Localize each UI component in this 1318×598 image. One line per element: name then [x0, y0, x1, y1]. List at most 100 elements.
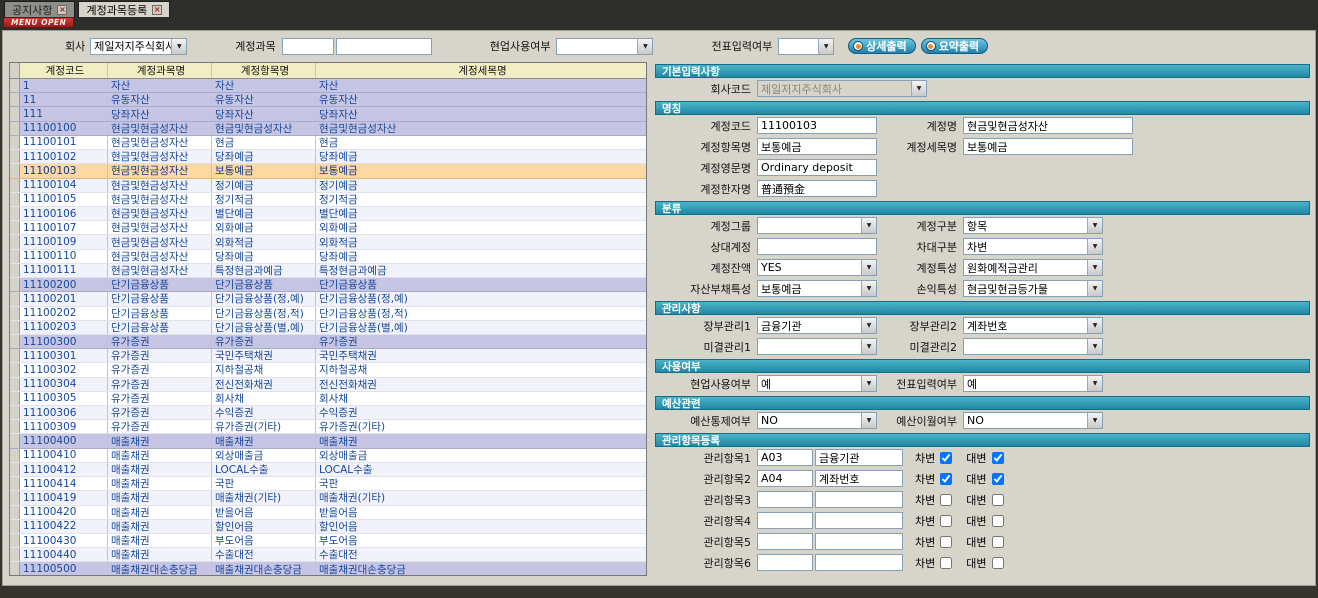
open-mgmt2-select[interactable]: ▼ — [963, 338, 1103, 355]
table-row[interactable]: 11100500매출채권대손충당금매출채권대손충당금매출채권대손충당금 — [10, 562, 646, 576]
debit-credit-gubun-select[interactable]: 차변 ▼ — [963, 238, 1103, 255]
table-row[interactable]: 11100302유가증권지하철공채지하철공채 — [10, 363, 646, 377]
cell-account-name: 매출채권 — [108, 449, 212, 462]
menu-open-button[interactable]: MENU OPEN — [3, 17, 74, 28]
counter-account-field[interactable] — [757, 238, 877, 255]
detail-print-button[interactable]: 상세출력 — [848, 38, 915, 54]
credit-checkbox[interactable] — [992, 473, 1004, 485]
table-row[interactable]: 11100111현금및현금성자산특정현금과예금특정현금과예금 — [10, 264, 646, 278]
credit-checkbox[interactable] — [992, 557, 1004, 569]
company-select[interactable]: 제일저지주식회사 ▼ — [90, 38, 187, 55]
table-row[interactable]: 11100104현금및현금성자산정기예금정기예금 — [10, 179, 646, 193]
mgmt-item-code-field[interactable] — [757, 554, 813, 571]
mgmt-item-name-field[interactable]: 계좌번호 — [815, 470, 903, 487]
table-row[interactable]: 11100105현금및현금성자산정기적금정기적금 — [10, 193, 646, 207]
table-row[interactable]: 111당좌자산당좌자산당좌자산 — [10, 107, 646, 121]
detail-name-field[interactable]: 보통예금 — [963, 138, 1133, 155]
credit-checkbox[interactable] — [992, 452, 1004, 464]
debit-checkbox[interactable] — [940, 557, 952, 569]
table-row[interactable]: 11100200단기금융상품단기금융상품단기금융상품 — [10, 278, 646, 292]
budget-control-select[interactable]: NO ▼ — [757, 412, 877, 429]
table-row[interactable]: 11100102현금및현금성자산당좌예금당좌예금 — [10, 150, 646, 164]
slip-use-panel-select[interactable]: 예 ▼ — [963, 375, 1103, 392]
table-row[interactable]: 11100300유가증권유가증권유가증권 — [10, 335, 646, 349]
close-icon[interactable]: × — [152, 5, 162, 15]
mgmt-item-code-field[interactable] — [757, 491, 813, 508]
mgmt-item-name-field[interactable] — [815, 554, 903, 571]
mgmt-item-code-field[interactable]: A04 — [757, 470, 813, 487]
credit-checkbox[interactable] — [992, 515, 1004, 527]
table-row[interactable]: 11100414매출채권국판국판 — [10, 477, 646, 491]
field-use-select[interactable]: ▼ — [556, 38, 653, 55]
table-row[interactable]: 11100419매출채권매출채권(기타)매출채권(기타) — [10, 491, 646, 505]
hanja-name-field[interactable]: 普通預金 — [757, 180, 877, 197]
item-name-field[interactable]: 보통예금 — [757, 138, 877, 155]
debit-checkbox[interactable] — [940, 494, 952, 506]
budget-carry-select[interactable]: NO ▼ — [963, 412, 1103, 429]
table-row[interactable]: 11100110현금및현금성자산당좌예금당좌예금 — [10, 250, 646, 264]
mgmt-item-name-field[interactable]: 금융기관 — [815, 449, 903, 466]
mgmt-item-name-field[interactable] — [815, 533, 903, 550]
book-mgmt1-select[interactable]: 금융기관 ▼ — [757, 317, 877, 334]
account-code-field[interactable]: 11100103 — [757, 117, 877, 134]
account-name-input[interactable] — [336, 38, 432, 55]
table-row[interactable]: 11100410매출채권외상매출금외상매출금 — [10, 449, 646, 463]
account-name-field[interactable]: 현금및현금성자산 — [963, 117, 1133, 134]
table-row[interactable]: 11100100현금및현금성자산현금및현금성자산현금및현금성자산 — [10, 122, 646, 136]
debit-checkbox[interactable] — [940, 536, 952, 548]
debit-checkbox[interactable] — [940, 452, 952, 464]
open-mgmt1-select[interactable]: ▼ — [757, 338, 877, 355]
asset-trait-select[interactable]: 보통예금 ▼ — [757, 280, 877, 297]
table-row[interactable]: 11100422매출채권할인어음할인어음 — [10, 520, 646, 534]
account-balance-select[interactable]: YES ▼ — [757, 259, 877, 276]
table-row[interactable]: 11100103현금및현금성자산보통예금보통예금 — [10, 164, 646, 178]
cell-account-code: 11100410 — [20, 449, 108, 462]
account-trait-select[interactable]: 원화예적금관리 ▼ — [963, 259, 1103, 276]
table-row[interactable]: 11100202단기금융상품단기금융상품(정,적)단기금융상품(정,적) — [10, 307, 646, 321]
book-mgmt2-select[interactable]: 계좌번호 ▼ — [963, 317, 1103, 334]
mgmt-item-name-field[interactable] — [815, 491, 903, 508]
table-row[interactable]: 11100101현금및현금성자산현금현금 — [10, 136, 646, 150]
account-code-input[interactable] — [282, 38, 334, 55]
table-row[interactable]: 11100440매출채권수출대전수출대전 — [10, 548, 646, 562]
table-row[interactable]: 11100420매출채권받을어음받을어음 — [10, 506, 646, 520]
company-code-select[interactable]: 제일저지주식회사 ▼ — [757, 80, 927, 97]
mgmt-item-code-field[interactable] — [757, 533, 813, 550]
table-row[interactable]: 11100201단기금융상품단기금융상품(정,예)단기금융상품(정,예) — [10, 292, 646, 306]
account-gubun-select[interactable]: 항목 ▼ — [963, 217, 1103, 234]
table-row[interactable]: 11100400매출채권매출채권매출채권 — [10, 434, 646, 448]
slip-input-select[interactable]: ▼ — [778, 38, 834, 55]
debit-checkbox[interactable] — [940, 515, 952, 527]
table-row[interactable]: 11100305유가증권회사채회사채 — [10, 392, 646, 406]
table-row[interactable]: 11100304유가증권전신전화채권전신전화채권 — [10, 378, 646, 392]
table-row[interactable]: 11100430매출채권부도어음부도어음 — [10, 534, 646, 548]
table-row[interactable]: 11100107현금및현금성자산외화예금외화예금 — [10, 221, 646, 235]
credit-checkbox[interactable] — [992, 536, 1004, 548]
table-row[interactable]: 11유동자산유동자산유동자산 — [10, 93, 646, 107]
summary-print-button[interactable]: 요약출력 — [921, 38, 988, 54]
table-row[interactable]: 11100109현금및현금성자산외화적금외화적금 — [10, 235, 646, 249]
table-row[interactable]: 11100309유가증권유가증권(기타)유가증권(기타) — [10, 420, 646, 434]
row-selector — [10, 79, 20, 92]
debit-checkbox[interactable] — [940, 473, 952, 485]
row-selector — [10, 179, 20, 192]
field-use-panel-select[interactable]: 예 ▼ — [757, 375, 877, 392]
table-row[interactable]: 11100106현금및현금성자산별단예금별단예금 — [10, 207, 646, 221]
table-row[interactable]: 11100412매출채권LOCAL수출LOCAL수출 — [10, 463, 646, 477]
account-group-select[interactable]: ▼ — [757, 217, 877, 234]
english-name-field[interactable]: Ordinary deposit — [757, 159, 877, 176]
mgmt-item-code-field[interactable] — [757, 512, 813, 529]
table-row[interactable]: 1자산자산자산 — [10, 79, 646, 93]
pl-trait-select[interactable]: 현금및현금등가물 ▼ — [963, 280, 1103, 297]
table-row[interactable]: 11100306유가증권수익증권수익증권 — [10, 406, 646, 420]
cell-detail-name: 수출대전 — [316, 548, 646, 561]
close-icon[interactable]: × — [57, 5, 67, 15]
table-row[interactable]: 11100301유가증권국민주택채권국민주택채권 — [10, 349, 646, 363]
mgmt-item-code-field[interactable]: A03 — [757, 449, 813, 466]
cell-item-name: 수출대전 — [212, 548, 316, 561]
tab-account-registration[interactable]: 계정과목등록 × — [78, 1, 170, 17]
mgmt-item-name-field[interactable] — [815, 512, 903, 529]
credit-checkbox[interactable] — [992, 494, 1004, 506]
tab-notice[interactable]: 공지사항 × — [4, 1, 75, 17]
table-row[interactable]: 11100203단기금융상품단기금융상품(별,예)단기금융상품(별,예) — [10, 321, 646, 335]
